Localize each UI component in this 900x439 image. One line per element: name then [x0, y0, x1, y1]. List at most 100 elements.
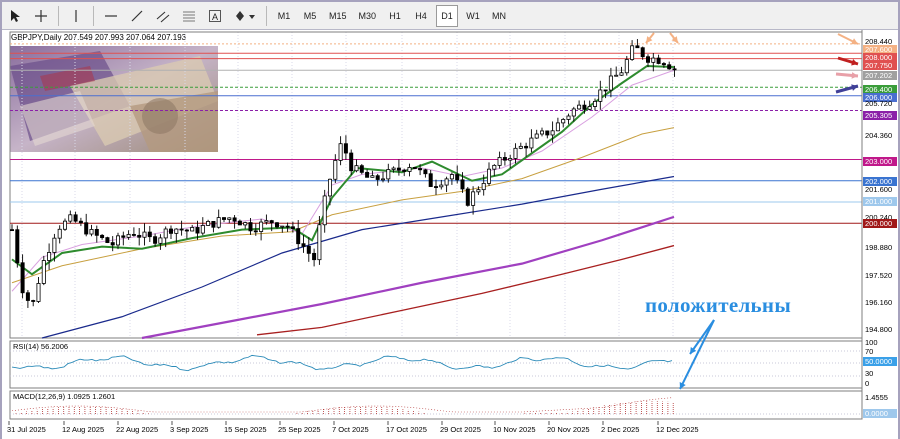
candle-body: [232, 217, 237, 222]
candle-body: [147, 231, 152, 238]
text-tool-icon[interactable]: A: [204, 5, 226, 27]
candle-body: [407, 167, 412, 172]
candle-body: [184, 229, 189, 232]
candle-body: [280, 225, 285, 228]
channel-tool-icon[interactable]: [152, 5, 174, 27]
candle-body: [264, 220, 269, 223]
timeframe-w1-button[interactable]: W1: [462, 5, 484, 27]
chart-canvas[interactable]: 208.440207.600208.000207.750207.202206.4…: [2, 30, 898, 439]
candle-body: [391, 167, 396, 170]
candle-body: [476, 189, 481, 193]
candle-body: [126, 234, 131, 238]
candle-body: [651, 57, 656, 63]
timeframe-m5-button[interactable]: M5: [299, 5, 321, 27]
candle-body: [661, 63, 666, 66]
candle-body: [343, 143, 348, 154]
candle-body: [52, 237, 57, 253]
vertical-line-tool-icon[interactable]: [65, 5, 87, 27]
candle-body: [163, 228, 168, 239]
price-label: 196.160: [865, 298, 892, 307]
timeframe-h4-button[interactable]: H4: [410, 5, 432, 27]
date-label: 31 Jul 2025: [7, 425, 46, 434]
candle-body: [105, 237, 110, 243]
timeframe-m15-button[interactable]: M15: [325, 5, 351, 27]
crosshair-tool-icon[interactable]: [30, 5, 52, 27]
timeframe-h1-button[interactable]: H1: [384, 5, 406, 27]
candle-body: [253, 230, 258, 233]
candle-body: [15, 229, 20, 264]
candle-body: [439, 184, 444, 188]
date-label: 7 Oct 2025: [332, 425, 369, 434]
timeframe-d1-button[interactable]: D1: [436, 4, 459, 27]
candle-body: [529, 137, 534, 149]
candle-body: [540, 130, 545, 135]
price-label: 201.600: [865, 185, 892, 194]
candle-body: [497, 157, 502, 166]
candle-body: [672, 68, 677, 71]
macd-subwindow: MACD(12,26,9) 1.0925 1.2601 1.4555 0.0000: [9, 390, 897, 420]
candle-body: [20, 262, 25, 294]
date-label: 17 Oct 2025: [386, 425, 427, 434]
price-label: 207.750: [865, 61, 892, 70]
candle-body: [418, 168, 423, 171]
candle-body: [158, 237, 163, 244]
shapes-dropdown-icon[interactable]: [230, 5, 260, 27]
candle-body: [227, 217, 232, 220]
candle-body: [68, 214, 73, 222]
macd-axis-label: 1.4555: [865, 393, 888, 402]
macd-frame: [9, 390, 863, 420]
date-label: 3 Sep 2025: [170, 425, 208, 434]
candle-body: [508, 158, 513, 161]
candle-body: [84, 222, 89, 235]
candle-body: [216, 217, 221, 228]
timeframe-m30-button[interactable]: M30: [355, 5, 381, 27]
candle-body: [190, 227, 195, 232]
candle-body: [142, 231, 147, 238]
candle-body: [380, 178, 385, 181]
rsi-title: RSI(14) 56.2006: [13, 342, 68, 351]
timeframe-m1-button[interactable]: M1: [273, 5, 295, 27]
candle-body: [206, 220, 211, 226]
candle-body: [444, 178, 449, 186]
candlesticks: [9, 39, 677, 308]
candle-body: [412, 167, 417, 169]
candle-body: [582, 104, 587, 110]
ma-slow-line: [41, 175, 675, 339]
candle-body: [635, 45, 640, 49]
candle-body: [619, 72, 624, 76]
horizontal-line-tool-icon[interactable]: [100, 5, 122, 27]
candle-body: [312, 252, 317, 261]
candle-body: [290, 226, 295, 229]
candle-body: [449, 174, 454, 180]
candle-body: [433, 186, 438, 188]
ma-purple-line: [141, 215, 675, 340]
cursor-tool-icon[interactable]: [4, 5, 26, 27]
candle-body: [402, 169, 407, 172]
price-label: 194.800: [865, 325, 892, 334]
chart-toolbar: A M1 M5 M15 M30 H1 H4 D1 W1 MN: [2, 2, 898, 30]
timeframe-mn-button[interactable]: MN: [488, 5, 510, 27]
fibonacci-tool-icon[interactable]: [178, 5, 200, 27]
candle-body: [534, 133, 539, 139]
date-label: 12 Dec 2025: [656, 425, 699, 434]
candle-body: [359, 165, 364, 173]
candle-body: [566, 115, 571, 120]
candle-body: [354, 165, 359, 172]
candle-body: [608, 75, 613, 91]
candle-body: [465, 188, 470, 206]
candle-body: [587, 106, 592, 110]
candle-body: [471, 191, 476, 206]
candle-body: [221, 217, 226, 220]
price-label: 204.360: [865, 131, 892, 140]
rsi-subwindow: RSI(14) 56.2006 1007050.0000 300: [9, 338, 897, 389]
candle-body: [386, 169, 391, 180]
candle-body: [593, 100, 598, 107]
candle-body: [630, 45, 635, 60]
candle-body: [375, 175, 380, 180]
rsi-frame: [9, 340, 863, 389]
date-label: 15 Sep 2025: [224, 425, 267, 434]
trendline-tool-icon[interactable]: [126, 5, 148, 27]
toolbar-divider: [58, 5, 59, 26]
candle-body: [248, 222, 253, 232]
price-label: 205.305: [865, 111, 892, 120]
